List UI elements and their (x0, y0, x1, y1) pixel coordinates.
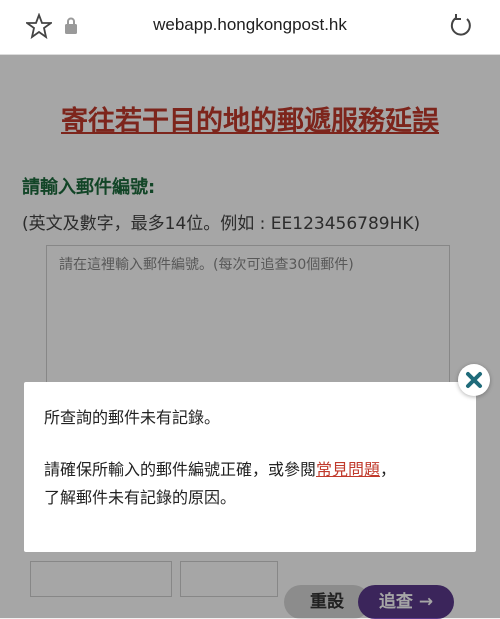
dialog-message: 所查詢的郵件未有記錄。 (44, 408, 221, 427)
close-button[interactable] (458, 364, 490, 396)
dialog-detail-comma: ， (380, 460, 397, 479)
browser-bar: webapp.hongkongpost.hk (0, 0, 500, 55)
dialog-detail-text2: 了解郵件未有記錄的原因。 (44, 488, 237, 507)
dialog-detail-text: 請確保所輸入的郵件編號正確，或參閱 (44, 460, 317, 479)
close-icon (466, 372, 482, 388)
reload-icon[interactable] (448, 13, 474, 39)
dialog-detail: 請確保所輸入的郵件編號正確，或參閱常見問題， 了解郵件未有記錄的原因。 (44, 456, 464, 512)
url-text[interactable]: webapp.hongkongpost.hk (0, 15, 500, 35)
no-record-dialog: 所查詢的郵件未有記錄。 請確保所輸入的郵件編號正確，或參閱常見問題， 了解郵件未… (24, 382, 476, 552)
faq-link[interactable]: 常見問題 (316, 460, 380, 479)
